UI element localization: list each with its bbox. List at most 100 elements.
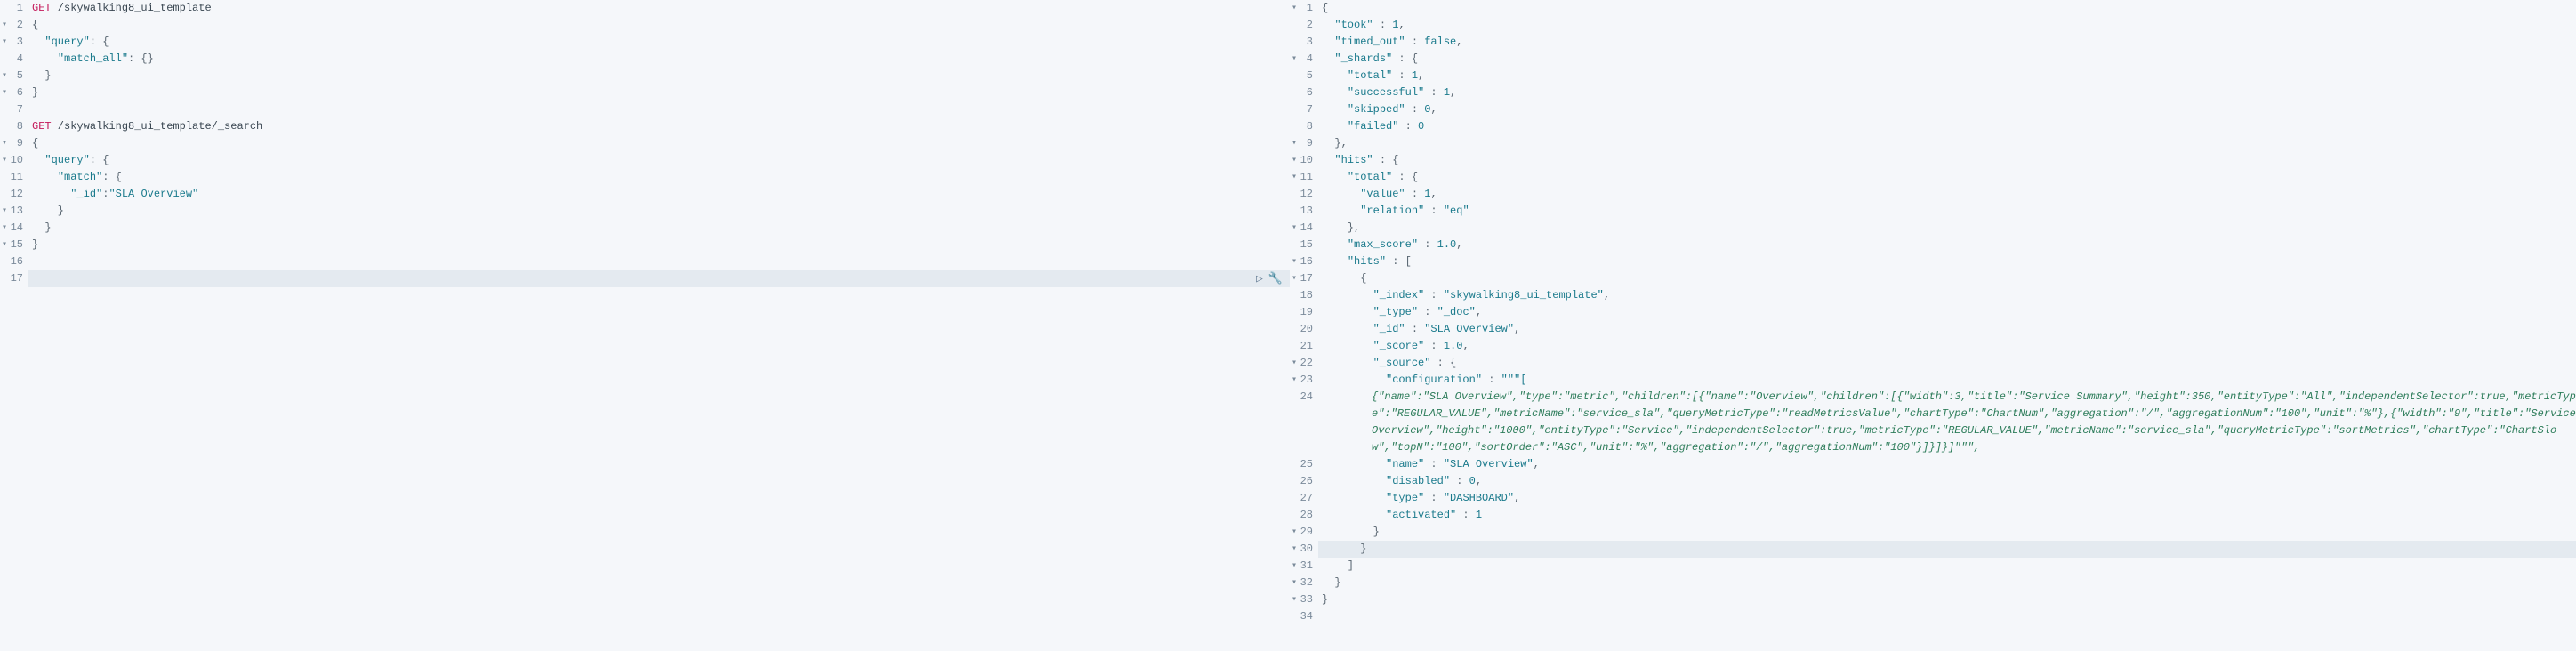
code-line[interactable]: "value" : 1, [1322, 186, 2576, 203]
code-line[interactable]: "timed_out" : false, [1322, 34, 2576, 51]
line-number: ▾29 [1290, 524, 1313, 541]
code-line[interactable]: "_type" : "_doc", [1322, 304, 2576, 321]
line-number: 7 [0, 101, 23, 118]
fold-toggle-icon[interactable]: ▾ [1288, 270, 1297, 287]
code-line[interactable]: "total" : 1, [1322, 68, 2576, 84]
code-line[interactable]: "_id" : "SLA Overview", [1322, 321, 2576, 338]
code-line[interactable]: "name" : "SLA Overview", [1322, 456, 2576, 473]
line-number: 17 [0, 270, 23, 287]
fold-toggle-icon[interactable]: ▾ [1288, 169, 1297, 186]
code-line[interactable]: "_score" : 1.0, [1322, 338, 2576, 355]
code-line[interactable]: "failed" : 0 [1322, 118, 2576, 135]
request-editor-pane[interactable]: 1▾2▾34▾5▾678▾9▾101112▾13▾14▾151617 ▷ 🔧 G… [0, 0, 1290, 651]
fold-toggle-icon[interactable]: ▾ [0, 68, 7, 84]
line-number: ▾33 [1290, 591, 1313, 608]
right-line-numbers: ▾123▾45678▾9▾10▾111213▾1415▾16▾171819202… [1290, 0, 1318, 651]
code-line[interactable]: "query": { [32, 152, 1290, 169]
fold-toggle-icon[interactable]: ▾ [1288, 0, 1297, 17]
code-line[interactable] [32, 101, 1290, 118]
line-number: 16 [0, 253, 23, 270]
code-line[interactable]: "activated" : 1 [1322, 507, 2576, 524]
line-number: 13 [1290, 203, 1313, 220]
code-line[interactable]: } [32, 203, 1290, 220]
line-number: 6 [1290, 84, 1313, 101]
fold-toggle-icon[interactable]: ▾ [1288, 524, 1297, 541]
fold-toggle-icon[interactable]: ▾ [1288, 51, 1297, 68]
fold-toggle-icon[interactable]: ▾ [1288, 135, 1297, 152]
fold-toggle-icon[interactable]: ▾ [0, 237, 7, 253]
code-line[interactable]: } [1322, 575, 2576, 591]
code-line[interactable]: { [32, 135, 1290, 152]
fold-toggle-icon[interactable]: ▾ [0, 17, 7, 34]
code-line[interactable]: GET /skywalking8_ui_template/_search [32, 118, 1290, 135]
line-number: ▾2 [0, 17, 23, 34]
code-line[interactable]: "type" : "DASHBOARD", [1322, 490, 2576, 507]
line-number: ▾10 [1290, 152, 1313, 169]
code-line[interactable]: }, [1322, 135, 2576, 152]
line-number: ▾9 [1290, 135, 1313, 152]
code-line[interactable] [32, 270, 1290, 287]
code-line[interactable]: } [32, 237, 1290, 253]
code-line[interactable]: "_index" : "skywalking8_ui_template", [1322, 287, 2576, 304]
fold-toggle-icon[interactable]: ▾ [1288, 541, 1297, 558]
code-line[interactable]: {"name":"SLA Overview","type":"metric","… [1322, 389, 2576, 456]
code-line[interactable]: "_id":"SLA Overview" [32, 186, 1290, 203]
line-number: ▾3 [0, 34, 23, 51]
code-line[interactable]: GET /skywalking8_ui_template [32, 0, 1290, 17]
fold-toggle-icon[interactable]: ▾ [0, 84, 7, 101]
fold-toggle-icon[interactable]: ▾ [1288, 591, 1297, 608]
code-line[interactable]: "skipped" : 0, [1322, 101, 2576, 118]
code-line[interactable]: { [1322, 270, 2576, 287]
code-line[interactable] [1322, 608, 2576, 625]
code-line[interactable]: } [32, 68, 1290, 84]
fold-toggle-icon[interactable]: ▾ [0, 135, 7, 152]
line-number: 21 [1290, 338, 1313, 355]
code-line[interactable]: "relation" : "eq" [1322, 203, 2576, 220]
code-line[interactable]: "_shards" : { [1322, 51, 2576, 68]
code-line[interactable]: "match_all": {} [32, 51, 1290, 68]
response-viewer-pane[interactable]: ▾123▾45678▾9▾10▾111213▾1415▾16▾171819202… [1290, 0, 2576, 651]
wrench-icon[interactable]: 🔧 [1268, 272, 1283, 285]
fold-toggle-icon[interactable]: ▾ [0, 152, 7, 169]
code-line[interactable]: { [32, 17, 1290, 34]
code-line[interactable]: "_source" : { [1322, 355, 2576, 372]
code-line[interactable]: "match": { [32, 169, 1290, 186]
line-number: 7 [1290, 101, 1313, 118]
fold-toggle-icon[interactable]: ▾ [0, 34, 7, 51]
code-line[interactable]: "hits" : { [1322, 152, 2576, 169]
code-line[interactable]: "configuration" : """[ [1322, 372, 2576, 389]
code-line[interactable]: } [1322, 591, 2576, 608]
fold-toggle-icon[interactable]: ▾ [1288, 575, 1297, 591]
line-number: ▾14 [1290, 220, 1313, 237]
left-code-area[interactable]: ▷ 🔧 GET /skywalking8_ui_template{ "query… [28, 0, 1290, 651]
line-number: 15 [1290, 237, 1313, 253]
code-line[interactable]: { [1322, 0, 2576, 17]
code-line[interactable]: } [1322, 541, 2576, 558]
fold-toggle-icon[interactable]: ▾ [1288, 355, 1297, 372]
code-line[interactable]: } [1322, 524, 2576, 541]
code-line[interactable]: } [32, 220, 1290, 237]
line-number: 24 [1290, 389, 1313, 456]
play-icon[interactable]: ▷ [1256, 272, 1263, 285]
code-line[interactable]: "disabled" : 0, [1322, 473, 2576, 490]
code-line[interactable]: "query": { [32, 34, 1290, 51]
fold-toggle-icon[interactable]: ▾ [1288, 372, 1297, 389]
code-line[interactable] [32, 253, 1290, 270]
code-line[interactable]: "hits" : [ [1322, 253, 2576, 270]
fold-toggle-icon[interactable]: ▾ [1288, 558, 1297, 575]
code-line[interactable]: "took" : 1, [1322, 17, 2576, 34]
fold-toggle-icon[interactable]: ▾ [0, 203, 7, 220]
fold-toggle-icon[interactable]: ▾ [0, 220, 7, 237]
code-line[interactable]: "total" : { [1322, 169, 2576, 186]
code-line[interactable]: } [32, 84, 1290, 101]
code-line[interactable]: ] [1322, 558, 2576, 575]
fold-toggle-icon[interactable]: ▾ [1288, 253, 1297, 270]
line-number: 28 [1290, 507, 1313, 524]
line-number: 20 [1290, 321, 1313, 338]
fold-toggle-icon[interactable]: ▾ [1288, 220, 1297, 237]
code-line[interactable]: "max_score" : 1.0, [1322, 237, 2576, 253]
line-number: ▾6 [0, 84, 23, 101]
code-line[interactable]: }, [1322, 220, 2576, 237]
code-line[interactable]: "successful" : 1, [1322, 84, 2576, 101]
fold-toggle-icon[interactable]: ▾ [1288, 152, 1297, 169]
